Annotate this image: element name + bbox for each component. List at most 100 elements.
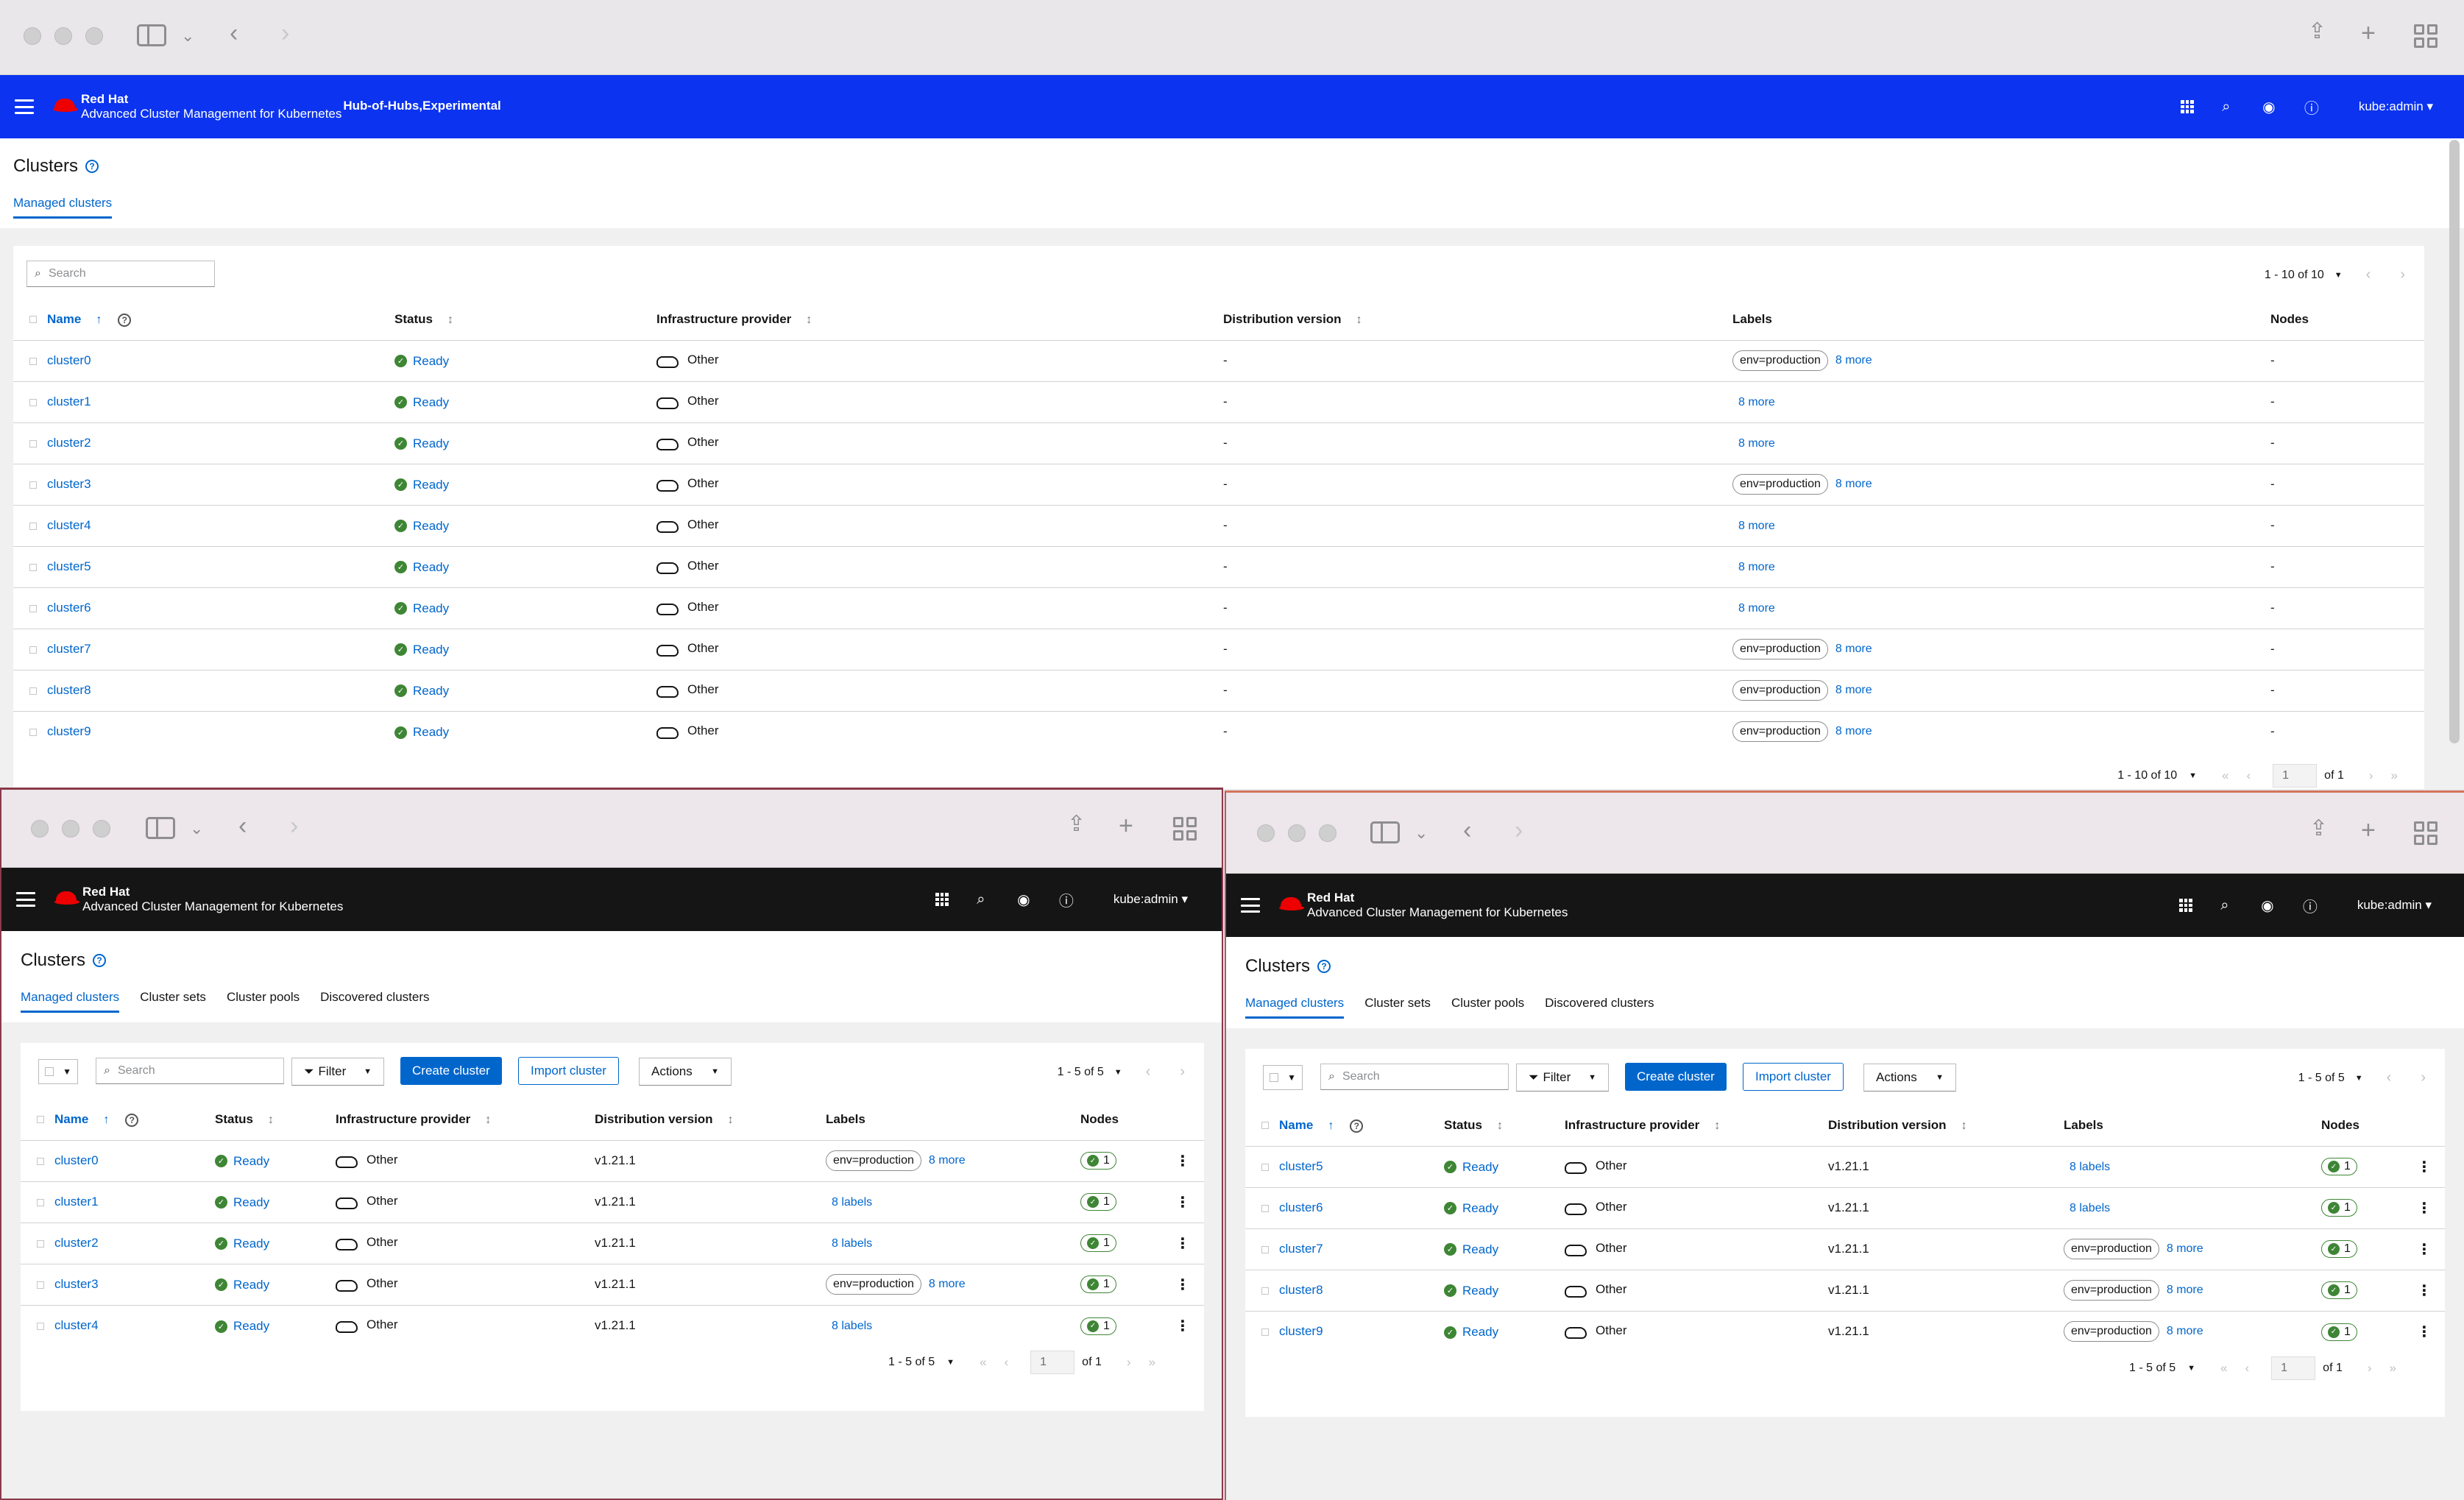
row-checkbox[interactable]	[1261, 1287, 1269, 1295]
node-count-badge[interactable]: ✓ 1	[2321, 1323, 2357, 1341]
column-status[interactable]: Status ↕	[215, 1099, 336, 1140]
row-checkbox[interactable]	[1261, 1245, 1269, 1253]
node-count-badge[interactable]: ✓ 1	[2321, 1281, 2357, 1300]
page-scrollbar[interactable]	[2449, 140, 2460, 743]
status-ready[interactable]: ✓ Ready	[394, 395, 449, 410]
status-ready[interactable]: ✓ Ready	[394, 354, 449, 369]
caret-down-icon[interactable]: ▼	[2189, 771, 2197, 780]
help-circle-icon[interactable]: ?	[118, 313, 132, 327]
more-labels-link[interactable]: 8 more	[2167, 1284, 2203, 1296]
actions-dropdown[interactable]: Actions ▼	[639, 1058, 732, 1086]
row-checkbox[interactable]	[29, 604, 37, 612]
row-checkbox[interactable]	[29, 357, 37, 365]
cluster-name-link[interactable]: cluster7	[47, 642, 91, 656]
caret-down-icon[interactable]: ▼	[1114, 1068, 1122, 1077]
app-launcher-icon[interactable]	[2180, 100, 2194, 113]
row-actions-kebab-icon[interactable]: ⋮	[2404, 1269, 2445, 1311]
label-chip[interactable]: env=production	[1732, 474, 1828, 495]
status-ready[interactable]: ✓ Ready	[215, 1195, 269, 1210]
select-all-checkbox[interactable]	[29, 316, 37, 324]
cluster-name-link[interactable]: cluster2	[54, 1236, 99, 1250]
last-page-icon[interactable]: »	[2391, 768, 2398, 783]
back-icon[interactable]: ‹	[1463, 818, 1471, 843]
cluster-name-link[interactable]: cluster3	[47, 477, 91, 491]
forward-icon[interactable]: ›	[290, 813, 298, 838]
sort-ascending-icon[interactable]: ↑	[1328, 1119, 1334, 1132]
column-provider[interactable]: Infrastructure provider ↕	[336, 1099, 595, 1140]
minimize-window-button[interactable]	[54, 27, 72, 45]
more-labels-link[interactable]: 8 more	[1738, 396, 1775, 408]
tab-discovered-clusters[interactable]: Discovered clusters	[320, 990, 429, 1013]
status-ready[interactable]: ✓ Ready	[394, 519, 449, 534]
tab-cluster-sets[interactable]: Cluster sets	[140, 990, 206, 1013]
status-ready[interactable]: ✓ Ready	[1444, 1160, 1498, 1175]
row-checkbox[interactable]	[1261, 1328, 1269, 1336]
row-checkbox[interactable]	[29, 398, 37, 406]
share-icon[interactable]: ⇪	[2309, 818, 2328, 840]
more-labels-link[interactable]: 8 more	[1738, 520, 1775, 532]
tab-overview-icon[interactable]	[2414, 821, 2438, 845]
help-icon[interactable]: ⓘ	[1056, 889, 1077, 910]
close-window-button[interactable]	[1257, 824, 1275, 842]
user-menu[interactable]: kube:admin ▾	[2357, 898, 2432, 913]
zoom-window-button[interactable]	[85, 27, 103, 45]
search-icon[interactable]: ⌕	[2216, 99, 2237, 116]
search-input[interactable]: ⌕ Search	[26, 261, 215, 287]
more-labels-link[interactable]: 8 more	[2167, 1242, 2203, 1255]
row-checkbox[interactable]	[29, 645, 37, 654]
column-version[interactable]: Distribution version ↕	[1223, 299, 1732, 340]
back-icon[interactable]: ‹	[238, 813, 247, 838]
sort-icon[interactable]: ↕	[1961, 1119, 1967, 1132]
cluster-name-link[interactable]: cluster8	[1279, 1283, 1323, 1297]
row-actions-kebab-icon[interactable]: ⋮	[1161, 1222, 1204, 1264]
observability-icon[interactable]: ◉	[1013, 891, 1034, 909]
more-labels-link[interactable]: 8 more	[1738, 561, 1775, 573]
pagination-range[interactable]: 1 - 10 of 10	[2117, 769, 2177, 782]
label-chip[interactable]: env=production	[826, 1150, 921, 1171]
row-checkbox[interactable]	[29, 522, 37, 530]
page-number-input[interactable]: 1	[2273, 764, 2318, 788]
create-cluster-button[interactable]: Create cluster	[1625, 1063, 1727, 1091]
select-all-checkbox[interactable]	[1261, 1122, 1269, 1130]
status-ready[interactable]: ✓ Ready	[1444, 1242, 1498, 1257]
label-chip[interactable]: env=production	[1732, 350, 1828, 371]
tab-cluster-pools[interactable]: Cluster pools	[1451, 996, 1524, 1019]
column-provider[interactable]: Infrastructure provider ↕	[656, 299, 1223, 340]
minimize-window-button[interactable]	[1288, 824, 1306, 842]
row-checkbox[interactable]	[29, 728, 37, 736]
app-launcher-icon[interactable]	[935, 893, 949, 906]
sidebar-toggle-icon[interactable]	[1370, 821, 1400, 843]
row-actions-kebab-icon[interactable]: ⋮	[1161, 1139, 1204, 1181]
cluster-name-link[interactable]: cluster6	[1279, 1200, 1323, 1214]
observability-icon[interactable]: ◉	[2257, 896, 2278, 915]
more-labels-link[interactable]: 8 labels	[832, 1196, 872, 1209]
tab-cluster-pools[interactable]: Cluster pools	[227, 990, 300, 1013]
previous-page-icon[interactable]: ‹	[1005, 1355, 1009, 1370]
status-ready[interactable]: ✓ Ready	[394, 478, 449, 492]
cluster-name-link[interactable]: cluster6	[47, 601, 91, 615]
row-actions-kebab-icon[interactable]: ⋮	[1161, 1304, 1204, 1346]
more-labels-link[interactable]: 8 labels	[2070, 1161, 2110, 1173]
cluster-name-link[interactable]: cluster4	[47, 518, 91, 532]
next-page-icon[interactable]: ›	[2400, 266, 2405, 283]
tab-managed-clusters[interactable]: Managed clusters	[13, 196, 113, 219]
sort-icon[interactable]: ↕	[268, 1114, 274, 1126]
cluster-name-link[interactable]: cluster2	[47, 436, 91, 450]
chevron-down-icon[interactable]: ⌄	[190, 821, 203, 837]
status-ready[interactable]: ✓ Ready	[215, 1237, 269, 1251]
pagination-range[interactable]: 1 - 5 of 5	[2129, 1362, 2176, 1375]
more-labels-link[interactable]: 8 more	[1835, 354, 1872, 367]
row-checkbox[interactable]	[37, 1281, 44, 1289]
search-input[interactable]: ⌕ Search	[1320, 1064, 1509, 1090]
sort-icon[interactable]: ↕	[447, 314, 453, 326]
status-ready[interactable]: ✓ Ready	[394, 560, 449, 575]
next-page-icon[interactable]: ›	[1180, 1064, 1185, 1080]
first-page-icon[interactable]: «	[980, 1355, 986, 1370]
caret-down-icon[interactable]: ▼	[2355, 1074, 2363, 1083]
label-chip[interactable]: env=production	[826, 1274, 921, 1295]
sidebar-toggle-icon[interactable]	[146, 817, 175, 839]
more-labels-link[interactable]: 8 more	[929, 1278, 966, 1290]
help-circle-icon[interactable]: ?	[85, 160, 99, 173]
row-actions-kebab-icon[interactable]: ⋮	[2404, 1145, 2445, 1187]
status-ready[interactable]: ✓ Ready	[394, 684, 449, 698]
